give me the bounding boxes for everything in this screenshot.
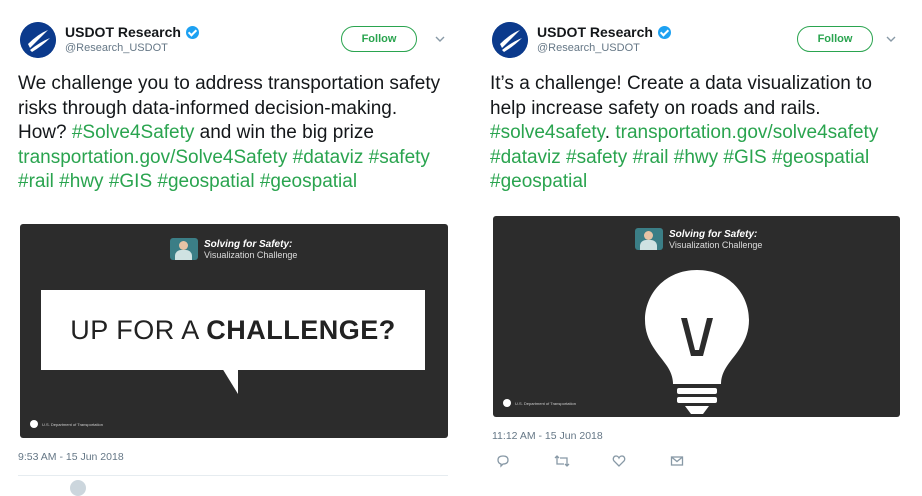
bubble-headline: UP FOR A CHALLENGE? [70, 315, 396, 346]
avatar[interactable] [20, 22, 56, 58]
tweet-timestamp[interactable]: 11:12 AM - 15 Jun 2018 [492, 430, 603, 442]
verified-icon [657, 25, 671, 39]
author-name-label[interactable]: USDOT Research [65, 24, 181, 40]
speech-bubble: UP FOR A CHALLENGE? [41, 290, 425, 370]
divider [18, 475, 448, 476]
hashtags[interactable]: #dataviz #safety #rail #hwy #GIS #geospa… [490, 147, 869, 193]
message-icon [670, 456, 684, 466]
logo-image-icon [635, 228, 663, 250]
reply-icon [497, 455, 509, 468]
verified-icon [185, 25, 199, 39]
retweet-button[interactable] [554, 453, 612, 469]
chevron-down-icon[interactable] [886, 34, 896, 44]
media-footer: U.S. Department of Transportation [503, 399, 576, 407]
hashtag-link[interactable]: #solve4safety [490, 122, 605, 143]
lightbulb-icon [645, 270, 749, 414]
author-name[interactable]: USDOT Research [65, 24, 199, 40]
challenge-logo: Solving for Safety: Visualization Challe… [635, 228, 762, 250]
footer-text: U.S. Department of Transportation [42, 421, 103, 427]
like-icon [612, 455, 626, 467]
logo-title: Solving for Safety: [204, 238, 293, 250]
tweet-body: It’s a challenge! Create a data visualiz… [490, 73, 872, 119]
tweet-header: USDOT Research @Research_USDOT Follow [490, 0, 902, 60]
retweet-icon [554, 455, 570, 467]
tweet-media-image[interactable]: Solving for Safety: Visualization Challe… [493, 216, 900, 417]
speech-bubble-tail [222, 368, 238, 394]
tweet-body-cont: and win the big prize [194, 122, 374, 143]
follow-button[interactable]: Follow [797, 26, 873, 52]
tweet-timestamp[interactable]: 9:53 AM - 15 Jun 2018 [18, 451, 124, 463]
usdot-logo-icon [492, 22, 528, 58]
footer-text: U.S. Department of Transportation [515, 400, 576, 406]
author-name-label[interactable]: USDOT Research [537, 24, 653, 40]
tweet-media-image[interactable]: Solving for Safety: Visualization Challe… [20, 224, 448, 438]
challenge-logo: Solving for Safety: Visualization Challe… [170, 238, 297, 260]
media-footer: U.S. Department of Transportation [30, 420, 103, 428]
tweet-header: USDOT Research @Research_USDOT Follow [18, 0, 448, 60]
tweet-1: USDOT Research @Research_USDOT Follow We… [18, 0, 448, 496]
hashtag-link[interactable]: #Solve4Safety [72, 122, 195, 143]
url-link[interactable]: transportation.gov/solve4safety [615, 122, 878, 143]
chevron-down-icon[interactable] [435, 34, 445, 44]
headline-bold: CHALLENGE? [206, 314, 396, 345]
tweet-text: It’s a challenge! Create a data visualiz… [490, 72, 900, 195]
url-link[interactable]: transportation.gov/Solve4Safety [18, 147, 287, 168]
logo-title: Solving for Safety: [669, 228, 758, 240]
dot-logo-icon [30, 420, 38, 428]
author-name[interactable]: USDOT Research [537, 24, 671, 40]
logo-subtitle: Visualization Challenge [669, 239, 763, 250]
follow-button[interactable]: Follow [341, 26, 417, 52]
avatar[interactable] [492, 22, 528, 58]
like-button[interactable] [612, 453, 670, 469]
avatar[interactable] [70, 480, 86, 496]
tweet-body-cont: . [604, 122, 616, 143]
tweet-text: We challenge you to address transportati… [18, 72, 446, 195]
logo-image-icon [170, 238, 198, 260]
headline-light: UP FOR A [70, 314, 207, 345]
reply-button[interactable] [496, 453, 554, 469]
tweet-2: USDOT Research @Research_USDOT Follow It… [490, 0, 902, 468]
tweet-actions [496, 453, 728, 469]
message-button[interactable] [670, 453, 728, 469]
author-handle[interactable]: @Research_USDOT [537, 42, 671, 54]
author-handle[interactable]: @Research_USDOT [65, 42, 199, 54]
dot-logo-icon [503, 399, 511, 407]
logo-subtitle: Visualization Challenge [204, 249, 298, 260]
usdot-logo-icon [20, 22, 56, 58]
